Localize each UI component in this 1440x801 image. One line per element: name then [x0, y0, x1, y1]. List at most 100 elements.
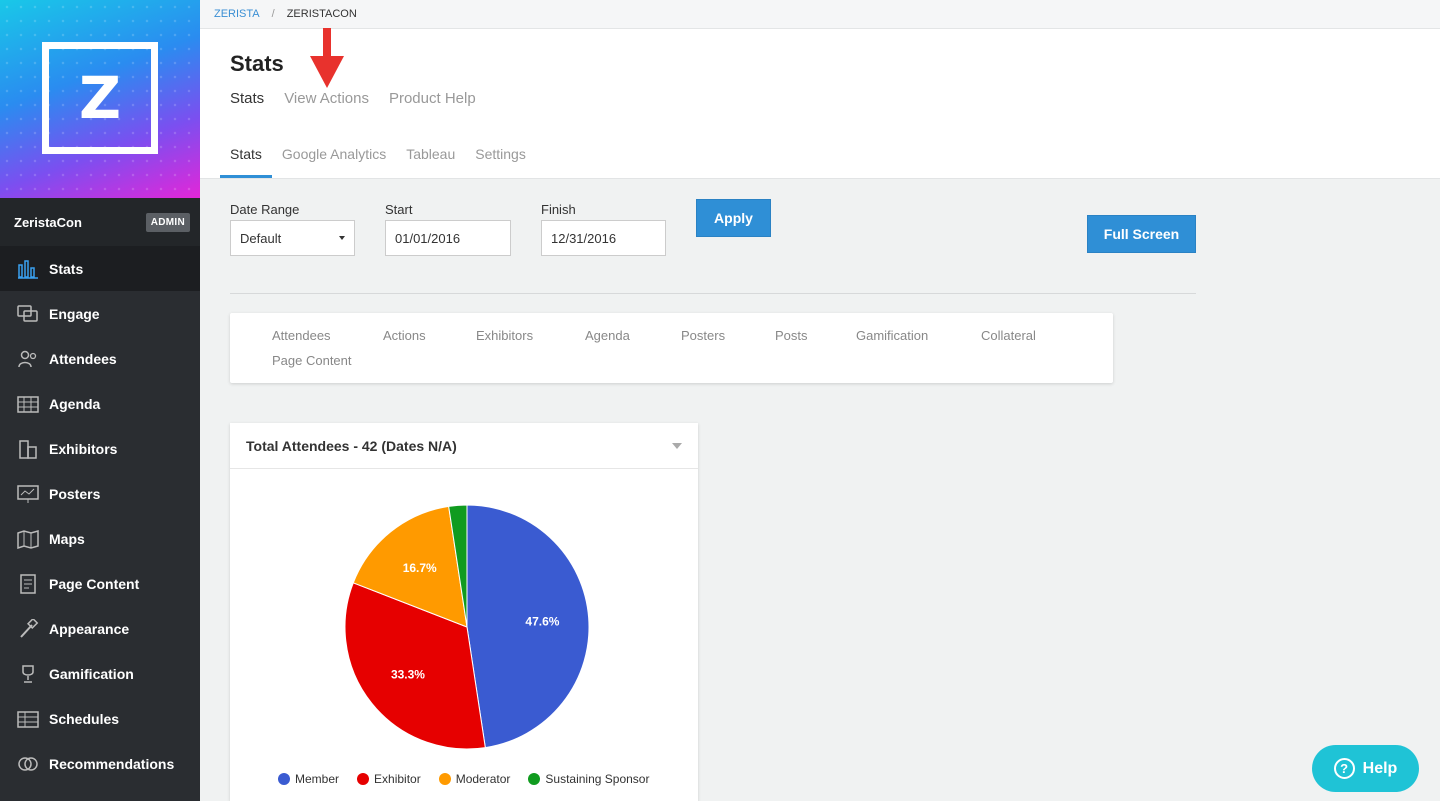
- legend-label: Moderator: [455, 772, 511, 786]
- category-posters[interactable]: Posters: [681, 328, 725, 343]
- zerista-logo[interactable]: Z: [42, 42, 158, 154]
- tab-nav: Stats Google Analytics Tableau Settings: [220, 139, 536, 178]
- page-header: Stats Stats View Actions Product Help St…: [200, 29, 1440, 179]
- legend-item-sustaining-sponsor[interactable]: Sustaining Sponsor: [528, 772, 649, 786]
- tab-tableau[interactable]: Tableau: [396, 139, 465, 178]
- tab-google-analytics[interactable]: Google Analytics: [272, 139, 396, 178]
- category-page-content[interactable]: Page Content: [272, 353, 352, 368]
- org-name[interactable]: ZeristaCon: [14, 215, 82, 230]
- legend-label: Member: [295, 772, 340, 786]
- sidebar-item-appearance[interactable]: Appearance: [0, 606, 200, 651]
- legend-label: Sustaining Sponsor: [545, 772, 650, 786]
- category-collateral[interactable]: Collateral: [981, 328, 1036, 343]
- sidebar-item-label: Engage: [49, 305, 100, 322]
- sidebar-item-label: Gamification: [49, 665, 134, 682]
- subnav-view-actions[interactable]: View Actions: [284, 90, 369, 107]
- chart-header: Total Attendees - 42 (Dates N/A): [230, 423, 698, 469]
- presentation-icon: [16, 484, 40, 504]
- category-attendees[interactable]: Attendees: [272, 328, 331, 343]
- sidebar-item-exhibitors[interactable]: Exhibitors: [0, 426, 200, 471]
- sidebar-item-label: Appearance: [49, 620, 130, 637]
- date-range-select[interactable]: Default: [230, 220, 355, 256]
- bar-chart-icon: [16, 259, 40, 279]
- people-icon: [16, 349, 40, 369]
- date-range-value: Default: [240, 230, 282, 246]
- chart-card: Total Attendees - 42 (Dates N/A) 47.6% 33…: [230, 423, 698, 801]
- stats-category-card: Attendees Actions Exhibitors Agenda Post…: [230, 313, 1113, 383]
- map-icon: [16, 529, 40, 549]
- org-row: ZeristaCon ADMIN: [0, 198, 200, 246]
- sidebar-nav: Stats Engage Attendees Agenda Exhibitors Post…: [0, 246, 200, 786]
- pie-label-member: 47.6%: [525, 614, 559, 628]
- breadcrumb: ZERISTA / ZERISTACON: [200, 0, 1440, 29]
- breadcrumb-root-link[interactable]: ZERISTA: [214, 8, 260, 20]
- category-gamification[interactable]: Gamification: [856, 328, 928, 343]
- legend-item-moderator[interactable]: Moderator: [438, 772, 511, 786]
- trophy-icon: [16, 664, 40, 684]
- category-agenda[interactable]: Agenda: [585, 328, 630, 343]
- chart-menu-caret-icon[interactable]: [672, 443, 682, 449]
- sidebar-item-label: Posters: [49, 485, 101, 502]
- sidebar-item-gamification[interactable]: Gamification: [0, 651, 200, 696]
- sidebar-item-agenda[interactable]: Agenda: [0, 381, 200, 426]
- breadcrumb-separator: /: [271, 8, 275, 20]
- date-range-label: Date Range: [230, 202, 300, 217]
- legend-dot: [438, 773, 451, 785]
- finish-label: Finish: [541, 202, 576, 217]
- sidebar-item-label: Page Content: [49, 575, 140, 592]
- logo-letter: Z: [78, 64, 122, 132]
- sidebar-item-stats[interactable]: Stats: [0, 246, 200, 291]
- table-icon: [16, 709, 40, 729]
- help-button[interactable]: ? Help: [1312, 745, 1419, 792]
- sidebar-item-maps[interactable]: Maps: [0, 516, 200, 561]
- finish-date-value: 12/31/2016: [551, 230, 617, 246]
- legend-label: Exhibitor: [374, 772, 421, 786]
- legend-item-exhibitor[interactable]: Exhibitor: [357, 772, 421, 786]
- start-date-input[interactable]: 01/01/2016: [385, 220, 511, 256]
- pie-chart: 47.6% 33.3% 16.7%: [344, 504, 590, 750]
- finish-date-input[interactable]: 12/31/2016: [541, 220, 666, 256]
- question-icon: ?: [1333, 758, 1355, 779]
- rings-icon: [16, 754, 40, 774]
- sidebar-item-engage[interactable]: Engage: [0, 291, 200, 336]
- tab-settings[interactable]: Settings: [465, 139, 536, 178]
- apply-button[interactable]: Apply: [696, 199, 771, 237]
- chart-legend: Member Exhibitor Moderator Sustaining Spons…: [278, 772, 667, 786]
- subnav-stats[interactable]: Stats: [230, 90, 264, 107]
- sidebar-item-posters[interactable]: Posters: [0, 471, 200, 516]
- start-label: Start: [385, 202, 413, 217]
- sidebar-item-label: Agenda: [49, 395, 101, 412]
- grid-icon: [16, 394, 40, 414]
- full-screen-button[interactable]: Full Screen: [1087, 215, 1196, 253]
- sidebar-item-page-content[interactable]: Page Content: [0, 561, 200, 606]
- sidebar-item-attendees[interactable]: Attendees: [0, 336, 200, 381]
- caret-down-icon: [339, 236, 345, 240]
- legend-item-member[interactable]: Member: [278, 772, 339, 786]
- chat-bubbles-icon: [16, 304, 40, 324]
- document-icon: [16, 573, 40, 594]
- category-actions[interactable]: Actions: [383, 328, 426, 343]
- pie-label-exhibitor: 33.3%: [391, 667, 425, 681]
- page-title: Stats: [230, 51, 284, 76]
- category-exhibitors[interactable]: Exhibitors: [476, 328, 533, 343]
- legend-dot: [278, 773, 290, 785]
- breadcrumb-current: ZERISTACON: [286, 8, 357, 20]
- sidebar-item-label: Schedules: [49, 710, 120, 727]
- sidebar-item-label: Maps: [49, 530, 85, 547]
- sidebar-item-label: Exhibitors: [49, 440, 118, 457]
- sidebar-item-label: Attendees: [49, 350, 117, 367]
- chart-title: Total Attendees - 42 (Dates N/A): [246, 437, 457, 454]
- admin-badge: ADMIN: [145, 212, 190, 232]
- red-arrow-annotation: [310, 28, 344, 88]
- sidebar-item-label: Recommendations: [49, 755, 175, 772]
- sidebar-item-recommendations[interactable]: Recommendations: [0, 741, 200, 786]
- pie-label-moderator: 16.7%: [403, 561, 437, 575]
- category-posts[interactable]: Posts: [775, 328, 808, 343]
- sidebar-item-label: Stats: [49, 260, 84, 277]
- sidebar-item-schedules[interactable]: Schedules: [0, 696, 200, 741]
- help-label: Help: [1362, 759, 1398, 777]
- subnav-product-help[interactable]: Product Help: [389, 90, 476, 107]
- start-date-value: 01/01/2016: [395, 230, 461, 246]
- tab-stats[interactable]: Stats: [220, 139, 272, 178]
- legend-dot: [528, 773, 541, 785]
